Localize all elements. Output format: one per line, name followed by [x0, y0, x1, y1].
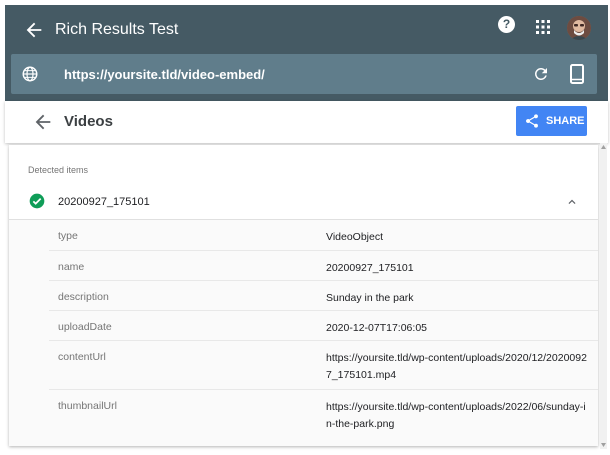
property-value: https://yoursite.tld/wp-content/uploads/…	[326, 352, 587, 381]
property-row-contenturl: contentUrl https://yoursite.tld/wp-conte…	[49, 341, 598, 390]
property-row-uploaddate: uploadDate 2020-12-07T17:06:05	[49, 311, 598, 341]
property-row-thumbnailurl: thumbnailUrl https://yoursite.tld/wp-con…	[49, 390, 598, 442]
app-title: Rich Results Test	[55, 21, 179, 38]
detected-items-label: Detected items	[28, 165, 89, 175]
url-bar: https://yoursite.tld/video-embed/	[11, 54, 597, 94]
smartphone-icon[interactable]	[570, 64, 584, 84]
detected-items-card: Detected items 20200927_175101 type Vide…	[9, 145, 598, 446]
detected-item-row[interactable]: 20200927_175101	[9, 185, 598, 219]
share-button[interactable]: SHARE	[516, 106, 587, 136]
back-arrow-icon[interactable]	[23, 19, 45, 41]
property-value: https://yoursite.tld/wp-content/uploads/…	[326, 401, 586, 430]
share-icon	[526, 114, 538, 128]
property-value: Sunday in the park	[326, 292, 414, 304]
property-name: type	[58, 230, 78, 242]
property-name: contentUrl	[58, 351, 106, 363]
detected-item-name: 20200927_175101	[58, 196, 150, 208]
property-row-description: description Sunday in the park	[49, 281, 598, 311]
property-value: 2020-12-07T17:06:05	[326, 322, 427, 334]
property-value: 20200927_175101	[326, 262, 414, 274]
url-input[interactable]: https://yoursite.tld/video-embed/	[64, 67, 265, 82]
share-label: SHARE	[546, 115, 585, 127]
property-row-name: name 20200927_175101	[49, 251, 598, 281]
refresh-icon[interactable]	[532, 65, 550, 83]
check-circle-icon	[29, 193, 45, 209]
globe-icon	[22, 66, 38, 82]
app-bar: Rich Results Test ? https://yoursite.tld…	[5, 5, 608, 101]
section-header: Videos SHARE	[5, 101, 608, 143]
apps-grid-icon[interactable]	[536, 20, 550, 34]
section-title: Videos	[64, 113, 113, 130]
property-name: thumbnailUrl	[58, 400, 117, 412]
property-value: VideoObject	[326, 231, 384, 243]
back-arrow-icon[interactable]	[32, 111, 54, 133]
property-name: uploadDate	[58, 321, 112, 333]
property-name: description	[58, 291, 109, 303]
property-name: name	[58, 261, 85, 273]
user-avatar[interactable]	[567, 16, 591, 40]
property-row-type: type VideoObject	[49, 220, 598, 251]
scrollbar[interactable]	[600, 143, 607, 449]
help-icon[interactable]: ?	[498, 16, 515, 33]
chevron-up-icon[interactable]	[565, 195, 579, 209]
item-properties: type VideoObject name 20200927_175101 de…	[9, 219, 598, 446]
